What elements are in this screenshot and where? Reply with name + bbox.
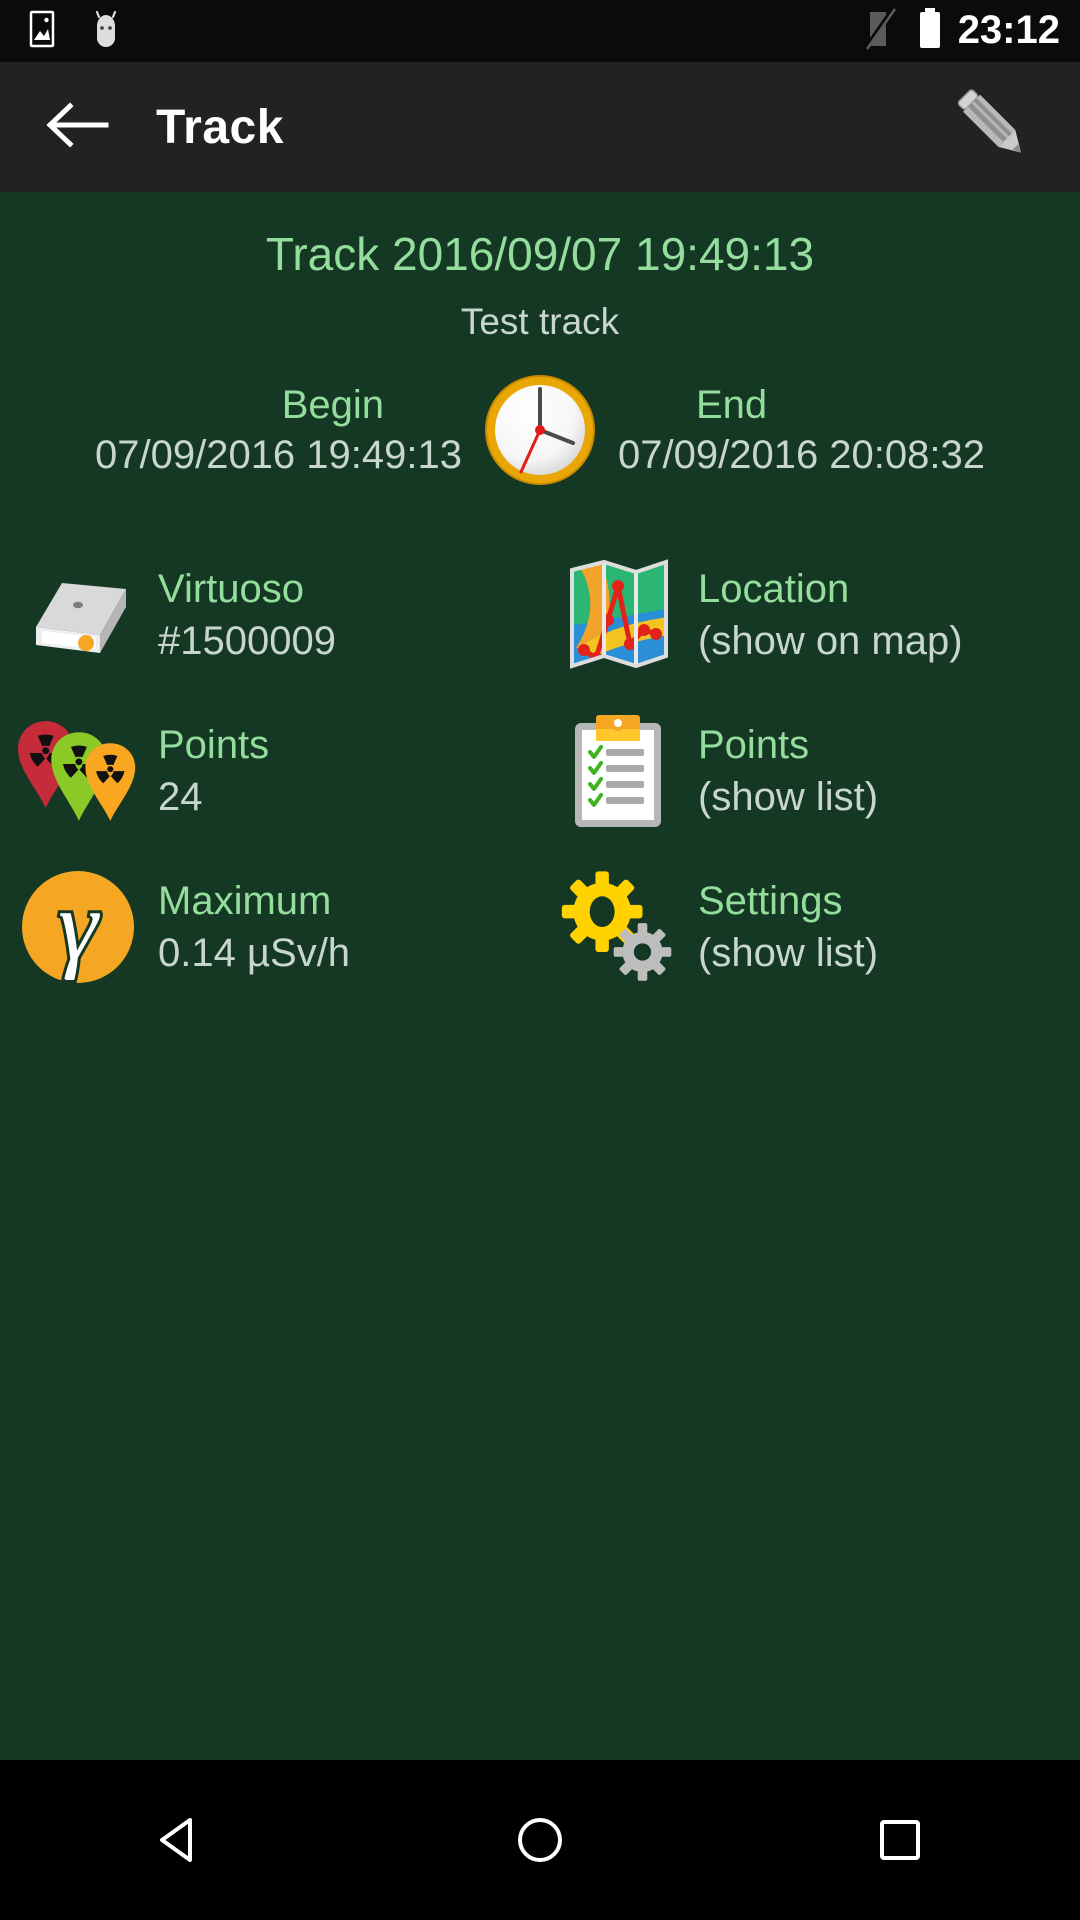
track-time-row: Begin 07/09/2016 19:49:13 End 07/09/2016… <box>0 371 1080 511</box>
track-subtitle: Test track <box>460 301 620 342</box>
info-label: Maximum <box>158 879 332 923</box>
svg-text:γ: γ <box>58 870 100 981</box>
status-bar-notification-icons <box>22 9 126 54</box>
track-begin-value: 07/09/2016 19:49:13 <box>94 433 462 477</box>
action-bar: Track <box>0 62 1080 192</box>
status-bar: 23:12 <box>0 0 1080 62</box>
info-cell-points-count-text: Points 24 <box>158 719 269 823</box>
status-bar-system-icons: 23:12 <box>860 6 1060 57</box>
nav-home-button[interactable] <box>450 1760 630 1920</box>
track-end-block: End 07/09/2016 20:08:32 <box>618 381 1058 481</box>
info-cell-points-list-text: Points (show list) <box>698 719 878 823</box>
info-label: Points <box>158 723 270 767</box>
info-label: Points <box>698 723 810 767</box>
info-cell-maximum-text: Maximum 0.14 µSv/h <box>158 875 350 979</box>
signal-off-icon <box>860 6 902 57</box>
system-navigation-bar <box>0 1760 1080 1920</box>
info-value: (show list) <box>698 931 879 975</box>
track-end-value: 07/09/2016 20:08:32 <box>618 433 986 477</box>
info-value: (show list) <box>698 775 879 819</box>
folded-map-icon <box>558 555 678 675</box>
back-arrow-icon[interactable] <box>44 100 110 155</box>
page-title: Track <box>156 100 284 154</box>
device-box-icon <box>18 555 138 675</box>
track-detail-content: Track 2016/09/07 19:49:13 Test track Beg… <box>0 192 1080 1760</box>
track-end-label: End <box>696 383 768 427</box>
gears-icon <box>558 867 678 987</box>
info-cell-points-count[interactable]: Points 24 <box>0 707 540 835</box>
info-cell-settings-text: Settings (show list) <box>698 875 878 979</box>
info-cell-location[interactable]: Location (show on map) <box>540 551 1080 679</box>
info-label: Settings <box>698 879 843 923</box>
clock-icon <box>481 371 599 489</box>
info-value: 24 <box>158 775 203 819</box>
info-cell-settings[interactable]: Settings (show list) <box>540 863 1080 991</box>
gallery-image-icon <box>22 9 62 54</box>
edit-pencil-icon[interactable] <box>944 77 1040 178</box>
track-begin-label: Begin <box>281 383 384 427</box>
info-label: Location <box>698 567 850 611</box>
track-begin-block: Begin 07/09/2016 19:49:13 <box>22 381 462 481</box>
app-screen: 23:12 Track Track 2016/09/07 19:49:13 Te… <box>0 0 1080 1920</box>
info-cell-device[interactable]: Virtuoso #1500009 <box>0 551 540 679</box>
info-cell-points-list[interactable]: Points (show list) <box>540 707 1080 835</box>
info-cell-maximum[interactable]: γ Maximum 0.14 µSv/h <box>0 863 540 991</box>
android-head-icon <box>86 9 126 54</box>
info-value: #1500009 <box>158 619 336 663</box>
track-title: Track 2016/09/07 19:49:13 <box>265 228 815 280</box>
track-info-grid: Virtuoso #1500009 Location (show on map)… <box>0 551 1080 991</box>
gamma-circle-icon: γ <box>18 867 138 987</box>
clipboard-checklist-icon <box>558 711 678 831</box>
battery-full-icon <box>916 6 944 57</box>
nav-back-button[interactable] <box>90 1760 270 1920</box>
info-value: (show on map) <box>698 619 963 663</box>
info-value: 0.14 µSv/h <box>158 931 351 975</box>
status-bar-clock: 23:12 <box>957 7 1060 52</box>
info-label: Virtuoso <box>158 567 305 611</box>
nav-recents-button[interactable] <box>810 1760 990 1920</box>
radiation-markers-icon <box>18 711 138 831</box>
info-cell-device-text: Virtuoso #1500009 <box>158 563 336 667</box>
info-cell-location-text: Location (show on map) <box>698 563 963 667</box>
